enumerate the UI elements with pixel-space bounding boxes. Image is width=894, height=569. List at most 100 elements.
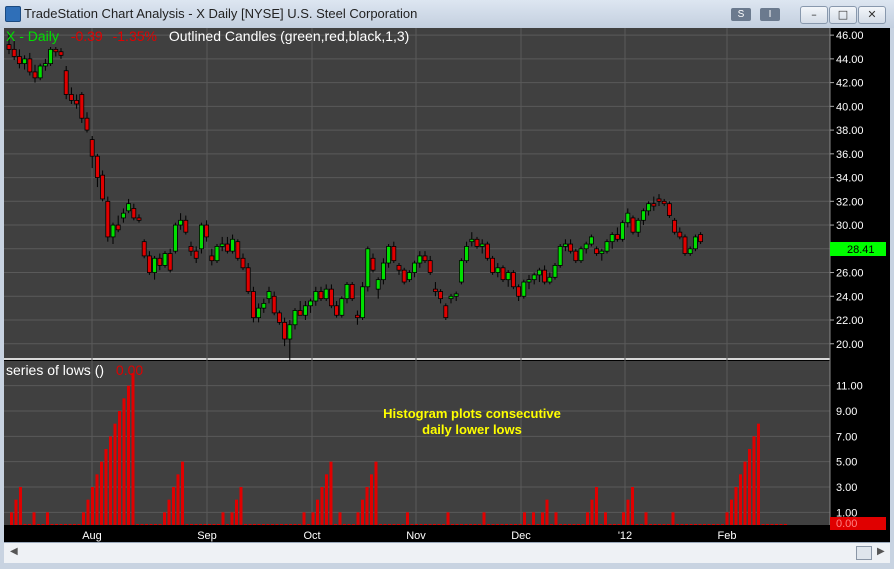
histogram-bar: [739, 474, 742, 525]
histogram-bar: [334, 524, 337, 525]
chart-area[interactable]: 46.00 44.00 42.00 40.00 38.00 36.00 34.00 32.00…: [4, 28, 890, 542]
candle-body: [443, 305, 449, 319]
candle-body: [328, 288, 334, 307]
scroll-thumb[interactable]: [856, 546, 872, 560]
histogram-bar: [721, 524, 724, 525]
candle-body: [458, 260, 464, 283]
symbol-link-button[interactable]: S: [731, 8, 751, 21]
histogram-bar: [766, 524, 769, 525]
histogram-bar: [194, 524, 198, 525]
candle-body: [417, 255, 423, 264]
histogram-bar: [325, 474, 328, 525]
minimize-button[interactable]: –: [800, 6, 828, 24]
histogram-bar: [100, 461, 103, 525]
histogram-bar: [676, 524, 679, 525]
histogram-bar: [14, 499, 18, 525]
histogram-bar: [401, 524, 405, 525]
candle-body: [510, 272, 516, 288]
candle-body: [240, 257, 246, 269]
time-tick-label: Dec: [511, 530, 531, 542]
histogram-bar: [10, 512, 13, 525]
histogram-bar: [685, 524, 688, 525]
chart-canvas[interactable]: 46.00 44.00 42.00 40.00 38.00 36.00 34.00 32.00…: [4, 28, 890, 542]
histogram-bar: [302, 512, 306, 525]
indicator-last-value: 0.00: [836, 518, 857, 530]
histogram-bar: [559, 524, 562, 525]
candle-body: [578, 248, 584, 262]
candle-body: [526, 279, 532, 283]
candle-body: [69, 94, 74, 101]
candle-body: [495, 267, 501, 273]
histogram-bar: [86, 499, 90, 525]
candle-body: [479, 243, 485, 247]
histogram-bar: [581, 524, 585, 525]
histogram-bar: [329, 461, 333, 525]
candle-body: [79, 94, 85, 119]
study-label: Outlined Candles (green,red,black,1,3): [169, 28, 409, 44]
price-tick-label: 44.00: [836, 54, 864, 66]
candle-body: [661, 200, 667, 205]
histogram-bar: [415, 524, 418, 525]
candle-body: [620, 222, 625, 240]
candle-body: [334, 305, 340, 316]
histogram-bar: [640, 524, 643, 525]
candle-body: [287, 324, 293, 340]
histogram-bar: [572, 524, 576, 525]
histogram-bar: [577, 524, 580, 525]
candle-body: [110, 224, 116, 238]
candle-body: [188, 246, 194, 252]
histogram-bar: [617, 524, 621, 525]
candle-body: [583, 243, 589, 250]
histogram-bar: [469, 524, 472, 525]
candle-body: [167, 253, 173, 271]
histogram-bar: [455, 524, 459, 525]
histogram-bar: [586, 512, 589, 525]
histogram-bar: [176, 474, 180, 525]
time-tick-label: Oct: [303, 530, 320, 542]
histogram-bar: [77, 524, 81, 525]
histogram-bar: [95, 474, 99, 525]
histogram-bar: [109, 436, 112, 525]
candle-body: [406, 272, 412, 281]
histogram-bar: [442, 524, 445, 525]
symbol-label: X - Daily: [6, 28, 59, 44]
candle-body: [178, 219, 184, 226]
histogram-bar: [545, 499, 549, 525]
histogram-bar: [289, 524, 292, 525]
histogram-bar: [118, 411, 121, 525]
histogram-bar: [595, 487, 598, 525]
scroll-right-icon[interactable]: ▶: [877, 546, 885, 557]
price-panel-bg: [4, 28, 830, 358]
indicator-link-button[interactable]: I: [760, 8, 780, 21]
histogram-bar: [343, 524, 346, 525]
maximize-button[interactable]: □: [829, 6, 857, 24]
candle-body: [214, 246, 220, 262]
candle-body: [537, 269, 542, 276]
candle-body: [126, 203, 131, 212]
scroll-left-icon[interactable]: ◀: [10, 546, 18, 557]
indicator-legend: series of lows () 0.00: [6, 362, 143, 378]
candle-body: [401, 269, 407, 283]
price-tick-label: 42.00: [836, 78, 864, 90]
pct-change: -1.35%: [113, 28, 157, 44]
histogram-bar: [284, 524, 288, 525]
close-button[interactable]: ✕: [858, 6, 886, 24]
histogram-bar: [653, 524, 657, 525]
histogram-bar: [365, 487, 369, 525]
histogram-bar: [230, 512, 234, 525]
histogram-bar: [649, 524, 652, 525]
candle-body: [318, 291, 324, 300]
histogram-bar: [46, 512, 49, 525]
candle-body: [464, 246, 470, 262]
histogram-bar: [694, 524, 697, 525]
last-price-value: 28.41: [847, 244, 875, 256]
histogram-bar: [199, 524, 202, 525]
time-tick-label: '12: [618, 530, 632, 542]
candle-body: [84, 117, 90, 131]
histogram-bar: [244, 524, 247, 525]
histogram-bar: [172, 487, 175, 525]
histogram-bar: [320, 487, 324, 525]
horizontal-scrollbar[interactable]: ◀ ▶: [4, 542, 890, 563]
candle-body: [95, 155, 100, 178]
histogram-bar: [248, 524, 252, 525]
